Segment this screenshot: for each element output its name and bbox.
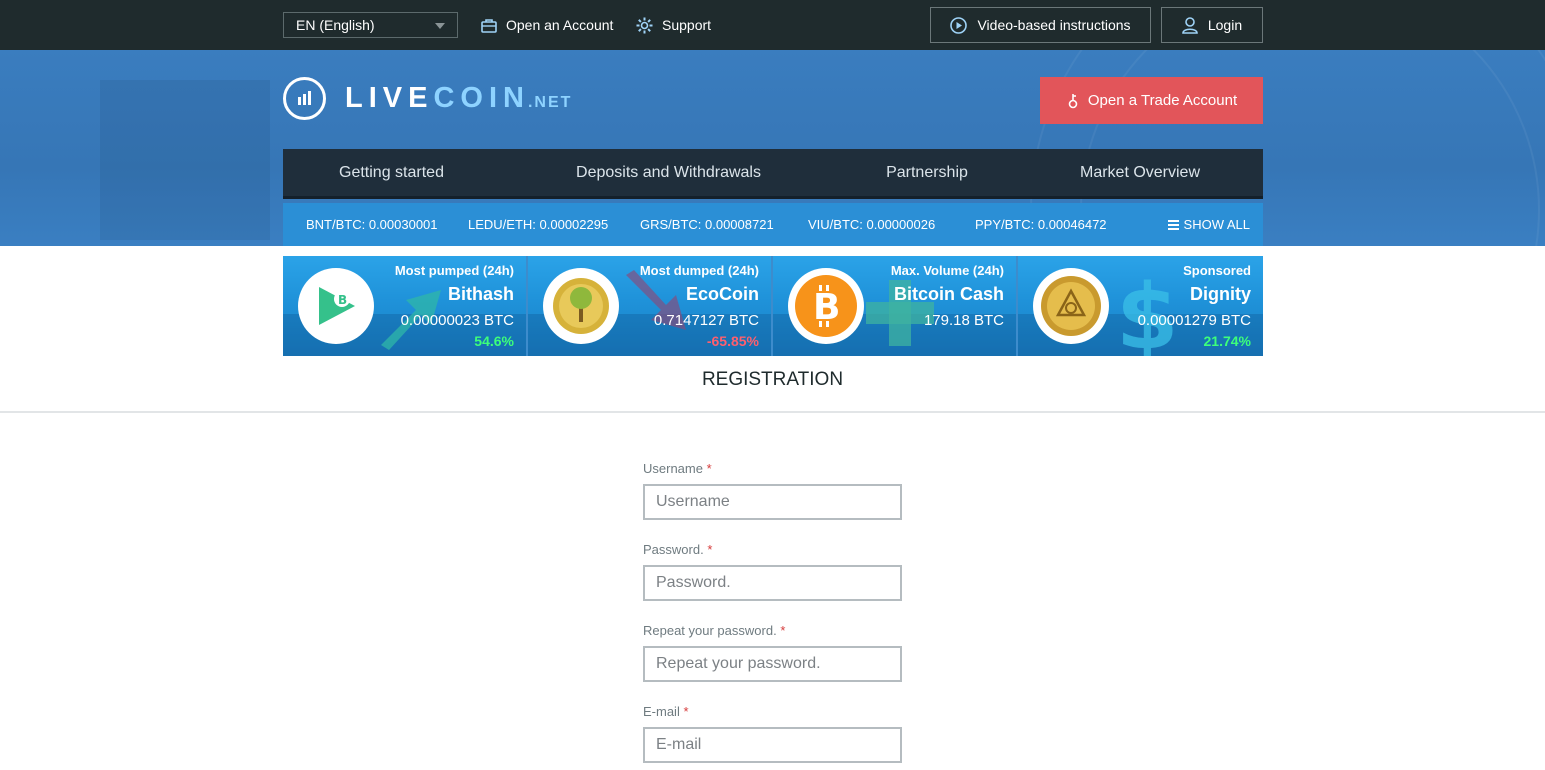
key-icon [1068, 93, 1078, 108]
logo-wordmark: LIVECOIN [345, 82, 530, 115]
video-instructions-button[interactable]: Video-based instructions [930, 7, 1151, 43]
card-price: 179.18 BTC [923, 312, 1004, 329]
play-icon [950, 16, 968, 34]
email-field[interactable] [643, 727, 902, 763]
open-account-label: Open an Account [506, 17, 614, 33]
price-ticker: BNT/BTC: 0.00030001 LEDU/ETH: 0.00002295… [283, 203, 1263, 246]
show-all-label: SHOW ALL [1183, 217, 1250, 232]
card-price: 0.7147127 BTC [653, 312, 759, 329]
field-label-text: E-mail [643, 704, 680, 719]
field-label-text: Repeat your password. [643, 623, 777, 638]
ecocoin-icon [543, 268, 619, 344]
username-field[interactable] [643, 484, 902, 520]
card-most-dumped[interactable]: Most dumped (24h) EcoCoin 0.7147127 BTC … [528, 256, 773, 356]
show-all-button[interactable]: SHOW ALL [1167, 217, 1250, 232]
svg-text:B: B [338, 293, 347, 307]
required-mark: * [706, 461, 712, 476]
user-icon [1182, 16, 1198, 34]
card-change: 54.6% [474, 333, 514, 349]
bithash-icon: B [298, 268, 374, 344]
ticker-item[interactable]: GRS/BTC: 0.00008721 [640, 217, 774, 232]
logo-coin: COIN [433, 82, 530, 114]
chevron-down-icon [435, 23, 445, 29]
card-coin-name: Bitcoin Cash [893, 284, 1004, 304]
field-label-text: Password. [643, 542, 704, 557]
required-mark: * [683, 704, 689, 719]
card-coin-name: EcoCoin [685, 284, 759, 304]
card-price: 0.00000023 BTC [400, 312, 514, 329]
card-most-pumped[interactable]: B Most pumped (24h) Bithash 0.00000023 B… [283, 256, 528, 356]
repeat-password-label: Repeat your password. * [643, 623, 785, 638]
nav-item-label: Deposits and Withdrawals [576, 164, 761, 181]
logo-live: LIVE [345, 82, 434, 114]
ticker-item[interactable]: BNT/BTC: 0.00030001 [306, 217, 438, 232]
required-mark: * [707, 542, 713, 557]
bitcoin-cash-icon: B [788, 268, 864, 344]
card-label: Most pumped (24h) [394, 263, 514, 278]
nav-item-getting-started[interactable]: Getting started [283, 149, 500, 196]
support-link[interactable]: Support [636, 15, 711, 35]
nav-item-partnership[interactable]: Partnership [837, 149, 1017, 196]
password-field[interactable] [643, 565, 902, 601]
ticker-item[interactable]: LEDU/ETH: 0.00002295 [468, 217, 608, 232]
card-price: 0.00001279 BTC [1137, 312, 1251, 329]
menu-icon [1167, 219, 1179, 230]
plus-icon [866, 280, 934, 346]
repeat-password-field[interactable] [643, 646, 902, 682]
card-sponsored[interactable]: $ Sponsored Dignity 0.00001279 BTC 21.74… [1018, 256, 1263, 356]
username-label: Username * [643, 461, 712, 476]
market-highlight-cards: B Most pumped (24h) Bithash 0.00000023 B… [283, 256, 1263, 356]
briefcase-icon [481, 18, 497, 33]
ticker-item[interactable]: VIU/BTC: 0.00000026 [808, 217, 935, 232]
card-label: Max. Volume (24h) [890, 263, 1004, 278]
field-label-text: Username [643, 461, 703, 476]
main-navigation: Getting started Deposits and Withdrawals… [283, 149, 1263, 199]
arrow-up-icon [381, 290, 441, 350]
logo-net: .NET [527, 93, 573, 111]
login-label: Login [1207, 17, 1243, 33]
nav-item-market-overview[interactable]: Market Overview [1017, 149, 1263, 196]
logo-chart-icon [283, 77, 326, 120]
top-bar: EN (English) Open an Account Support Vid [0, 0, 1545, 50]
nav-item-deposits-withdrawals[interactable]: Deposits and Withdrawals [500, 149, 837, 196]
open-trade-account-label: Open a Trade Account [1087, 92, 1238, 109]
card-coin-name: Dignity [1190, 284, 1251, 304]
card-label: Most dumped (24h) [639, 263, 759, 278]
dignity-icon [1033, 268, 1109, 344]
open-account-link[interactable]: Open an Account [481, 15, 613, 35]
required-mark: * [780, 623, 786, 638]
arrow-down-icon [626, 270, 686, 330]
nav-item-label: Getting started [339, 164, 444, 181]
nav-item-label: Partnership [886, 164, 968, 181]
card-change: 21.74% [1203, 333, 1251, 349]
gear-icon [636, 17, 653, 33]
language-select-value: EN (English) [296, 17, 375, 33]
language-select[interactable]: EN (English) [283, 12, 458, 38]
registration-title: REGISTRATION [701, 369, 844, 390]
hero-banner: LIVECOIN .NET Open a Trade Account Getti… [0, 50, 1545, 246]
video-instructions-label: Video-based instructions [977, 17, 1131, 33]
divider [0, 411, 1545, 413]
login-button[interactable]: Login [1161, 7, 1263, 43]
open-trade-account-button[interactable]: Open a Trade Account [1040, 77, 1263, 124]
password-label: Password. * [643, 542, 712, 557]
card-label: Sponsored [1183, 263, 1251, 278]
livecoin-logo[interactable]: LIVECOIN .NET [283, 77, 572, 120]
card-coin-name: Bithash [447, 284, 514, 304]
card-max-volume[interactable]: B Max. Volume (24h) Bitcoin Cash 179.18 … [773, 256, 1018, 356]
card-change: -65.85% [706, 333, 759, 349]
support-label: Support [662, 17, 712, 33]
ticker-item[interactable]: PPY/BTC: 0.00046472 [975, 217, 1107, 232]
email-label: E-mail * [643, 704, 689, 719]
nav-item-label: Market Overview [1079, 164, 1201, 181]
background-circuit-decoration [100, 80, 270, 240]
